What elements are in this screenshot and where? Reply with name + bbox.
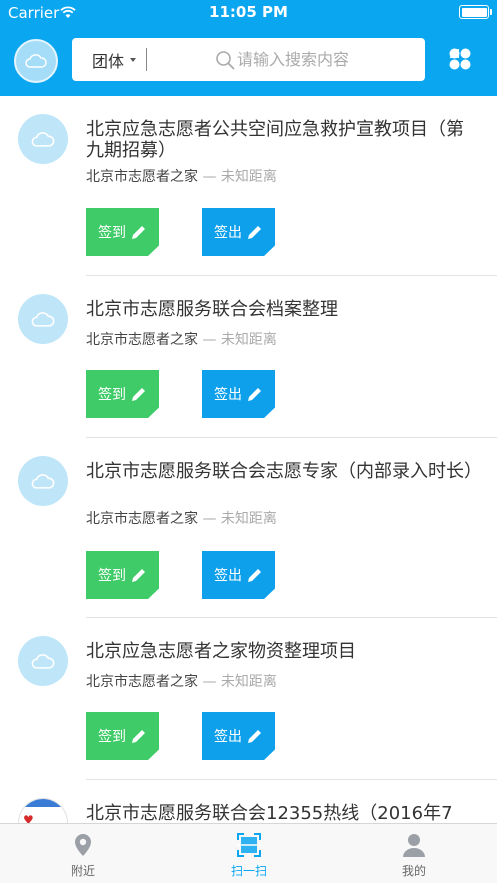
project-avatar xyxy=(18,294,68,344)
project-title[interactable]: 北京市志愿服务联合会12355热线（2016年7 xyxy=(86,803,476,823)
cloud-icon xyxy=(31,131,55,147)
scan-icon xyxy=(237,833,261,857)
list-item: 北京应急志愿者公共空间应急救护宣教项目（第九期招募） 北京市志愿者之家 — 未知… xyxy=(0,96,497,276)
cloud-icon xyxy=(31,653,55,669)
org-name: 北京市志愿者之家 xyxy=(86,169,198,185)
search-bar: 团体 xyxy=(72,38,425,81)
distance: — 未知距离 xyxy=(202,332,277,348)
pen-icon xyxy=(132,225,145,239)
checkin-button[interactable]: 签到 xyxy=(86,712,159,760)
tab-mine[interactable]: 我的 xyxy=(354,824,474,883)
pen-icon xyxy=(132,568,145,582)
project-list: 北京应急志愿者公共空间应急救护宣教项目（第九期招募） 北京市志愿者之家 — 未知… xyxy=(0,96,497,823)
pen-icon xyxy=(248,729,261,743)
search-type-select[interactable]: 团体 xyxy=(92,38,137,81)
tab-scan[interactable]: 扫一扫 xyxy=(189,824,309,883)
caret-down-icon xyxy=(130,57,137,62)
distance: — 未知距离 xyxy=(202,511,277,527)
list-item: 北京市志愿服务联合会档案整理 北京市志愿者之家 — 未知距离 签到 签出 xyxy=(0,276,497,438)
tab-nearby-label: 附近 xyxy=(70,864,95,878)
user-avatar[interactable] xyxy=(14,39,58,83)
search-icon xyxy=(216,51,235,70)
checkin-button[interactable]: 签到 xyxy=(86,370,159,418)
app-header: Carrier 11:05 PM 团体 xyxy=(0,0,497,96)
project-title[interactable]: 北京应急志愿者公共空间应急救护宣教项目（第九期招募） xyxy=(86,119,476,161)
heart-logo-icon: ♥ xyxy=(23,813,34,823)
org-name: 北京市志愿者之家 xyxy=(86,674,198,690)
project-title[interactable]: 北京市志愿服务联合会志愿专家（内部录入时长） xyxy=(86,461,482,482)
project-meta: 北京市志愿者之家 — 未知距离 xyxy=(86,508,277,528)
org-name: 北京市志愿者之家 xyxy=(86,332,198,348)
grid-menu-icon[interactable] xyxy=(449,48,471,70)
checkin-button[interactable]: 签到 xyxy=(86,551,159,599)
cloud-icon xyxy=(31,311,55,327)
project-title[interactable]: 北京市志愿服务联合会档案整理 xyxy=(86,299,476,320)
list-item: 北京市志愿服务联合会志愿专家（内部录入时长） 北京市志愿者之家 — 未知距离 签… xyxy=(0,438,497,618)
pen-icon xyxy=(132,387,145,401)
checkout-button[interactable]: 签出 xyxy=(202,208,275,256)
checkout-button[interactable]: 签出 xyxy=(202,712,275,760)
checkout-button[interactable]: 签出 xyxy=(202,370,275,418)
pen-icon xyxy=(248,387,261,401)
search-input[interactable] xyxy=(237,38,417,81)
list-item: 北京应急志愿者之家物资整理项目 北京市志愿者之家 — 未知距离 签到 签出 xyxy=(0,618,497,780)
checkin-label: 签到 xyxy=(98,729,126,745)
distance: — 未知距离 xyxy=(202,169,277,185)
org-name: 北京市志愿者之家 xyxy=(86,511,198,527)
project-avatar xyxy=(18,456,68,506)
checkin-label: 签到 xyxy=(98,568,126,584)
search-type-label: 团体 xyxy=(92,51,125,71)
checkin-label: 签到 xyxy=(98,387,126,403)
tab-mine-label: 我的 xyxy=(401,864,426,878)
project-avatar xyxy=(18,114,68,164)
project-avatar xyxy=(18,636,68,686)
checkin-label: 签到 xyxy=(98,225,126,241)
project-meta: 北京市志愿者之家 — 未知距离 xyxy=(86,166,277,186)
checkout-label: 签出 xyxy=(214,568,242,584)
checkout-label: 签出 xyxy=(214,225,242,241)
project-avatar: ♥ xyxy=(18,798,68,823)
pen-icon xyxy=(248,568,261,582)
checkin-button[interactable]: 签到 xyxy=(86,208,159,256)
checkout-label: 签出 xyxy=(214,729,242,745)
tab-bar: 附近 扫一扫 我的 xyxy=(0,823,497,883)
battery-icon xyxy=(459,5,492,19)
project-title[interactable]: 北京应急志愿者之家物资整理项目 xyxy=(86,641,476,662)
distance: — 未知距离 xyxy=(202,674,277,690)
checkout-button[interactable]: 签出 xyxy=(202,551,275,599)
checkout-label: 签出 xyxy=(214,387,242,403)
project-meta: 北京市志愿者之家 — 未知距离 xyxy=(86,329,277,349)
cloud-icon xyxy=(31,473,55,489)
status-bar: Carrier 11:05 PM xyxy=(0,0,497,26)
status-time: 11:05 PM xyxy=(209,3,288,21)
tab-nearby[interactable]: 附近 xyxy=(23,824,143,883)
tab-scan-label: 扫一扫 xyxy=(230,864,267,878)
person-icon xyxy=(403,834,425,857)
pen-icon xyxy=(132,729,145,743)
search-separator xyxy=(146,48,147,71)
project-meta: 北京市志愿者之家 — 未知距离 xyxy=(86,671,277,691)
location-pin-icon xyxy=(75,834,91,856)
pen-icon xyxy=(248,225,261,239)
list-item: ♥ 北京市志愿服务联合会12355热线（2016年7 xyxy=(0,780,497,823)
cloud-icon xyxy=(25,54,47,68)
